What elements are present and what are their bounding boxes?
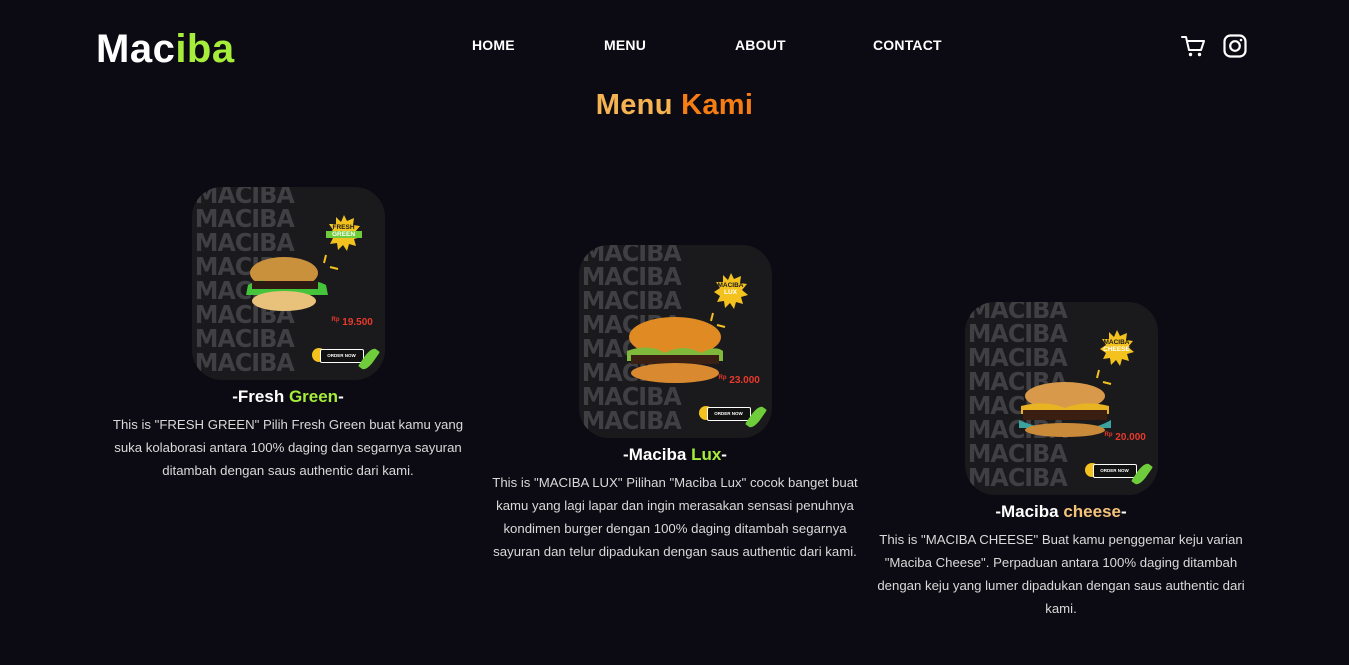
nav-home-link[interactable]: HOME <box>472 37 515 53</box>
section-title: Menu Kami <box>0 89 1349 122</box>
order-now-label: ORDER NOW <box>706 407 751 421</box>
section-title-part1: Menu <box>595 89 673 121</box>
brand-logo-part1: Mac <box>96 27 176 71</box>
badge-label: MACIBA LUX <box>717 282 744 296</box>
badge-label: FRESH GREEN <box>325 224 362 238</box>
order-now-label: ORDER NOW <box>1092 464 1137 478</box>
menu-item-title: -Maciba Lux- <box>623 445 727 464</box>
instagram-icon[interactable] <box>1222 33 1248 59</box>
menu-item-description: This is "MACIBA CHEESE" Buat kamu pengge… <box>877 532 1245 616</box>
burger-image-icon <box>245 257 328 311</box>
menu-card-maciba-cheese: MACIBA MACIBA MACIBA MACIBA MACIBA MACIBA MACI… <box>866 302 1256 620</box>
price-tag: Rp 23.000 <box>718 375 760 386</box>
menu-item-description: This is "FRESH GREEN" Pilih Fresh Green … <box>112 417 464 478</box>
price-tag: Rp 19.500 <box>331 317 373 328</box>
burger-image-icon <box>626 317 723 383</box>
section-title-part2: Kami <box>681 89 754 121</box>
menu-item-title: -Maciba cheese- <box>995 502 1127 521</box>
menu-item-description: This is "MACIBA LUX" Pilihan "Maciba Lux… <box>492 475 858 559</box>
menu-card-image[interactable]: MACIBA MACIBA MACIBA MACIBA MACIBA MACIBA MACI… <box>578 245 772 438</box>
menu-card-fresh-green: MACIBA MACIBA MACIBA MACIBA MACIBA MACIBA MACI… <box>93 187 483 482</box>
brand-logo-part2: iba <box>175 27 235 71</box>
nav-menu-link[interactable]: MENU <box>604 37 646 53</box>
shopping-cart-icon[interactable] <box>1180 33 1206 59</box>
menu-item-title: -Fresh Green- <box>232 387 344 406</box>
badge-label: MACIBA CHEESE <box>1103 339 1130 353</box>
nav-about-link[interactable]: ABOUT <box>735 37 786 53</box>
burger-image-icon <box>1018 382 1111 437</box>
menu-card-image[interactable]: MACIBA MACIBA MACIBA MACIBA MACIBA MACIBA MACI… <box>191 187 385 380</box>
menu-card-maciba-lux: MACIBA MACIBA MACIBA MACIBA MACIBA MACIBA MACI… <box>480 245 870 563</box>
navbar: Maciba HOME MENU ABOUT CONTACT <box>0 0 1349 90</box>
nav-contact-link[interactable]: CONTACT <box>873 37 942 53</box>
order-now-label: ORDER NOW <box>319 349 364 363</box>
price-tag: Rp 20.000 <box>1104 432 1146 443</box>
brand-logo[interactable]: Maciba <box>96 26 235 72</box>
menu-card-image[interactable]: MACIBA MACIBA MACIBA MACIBA MACIBA MACIBA MACI… <box>964 302 1158 495</box>
